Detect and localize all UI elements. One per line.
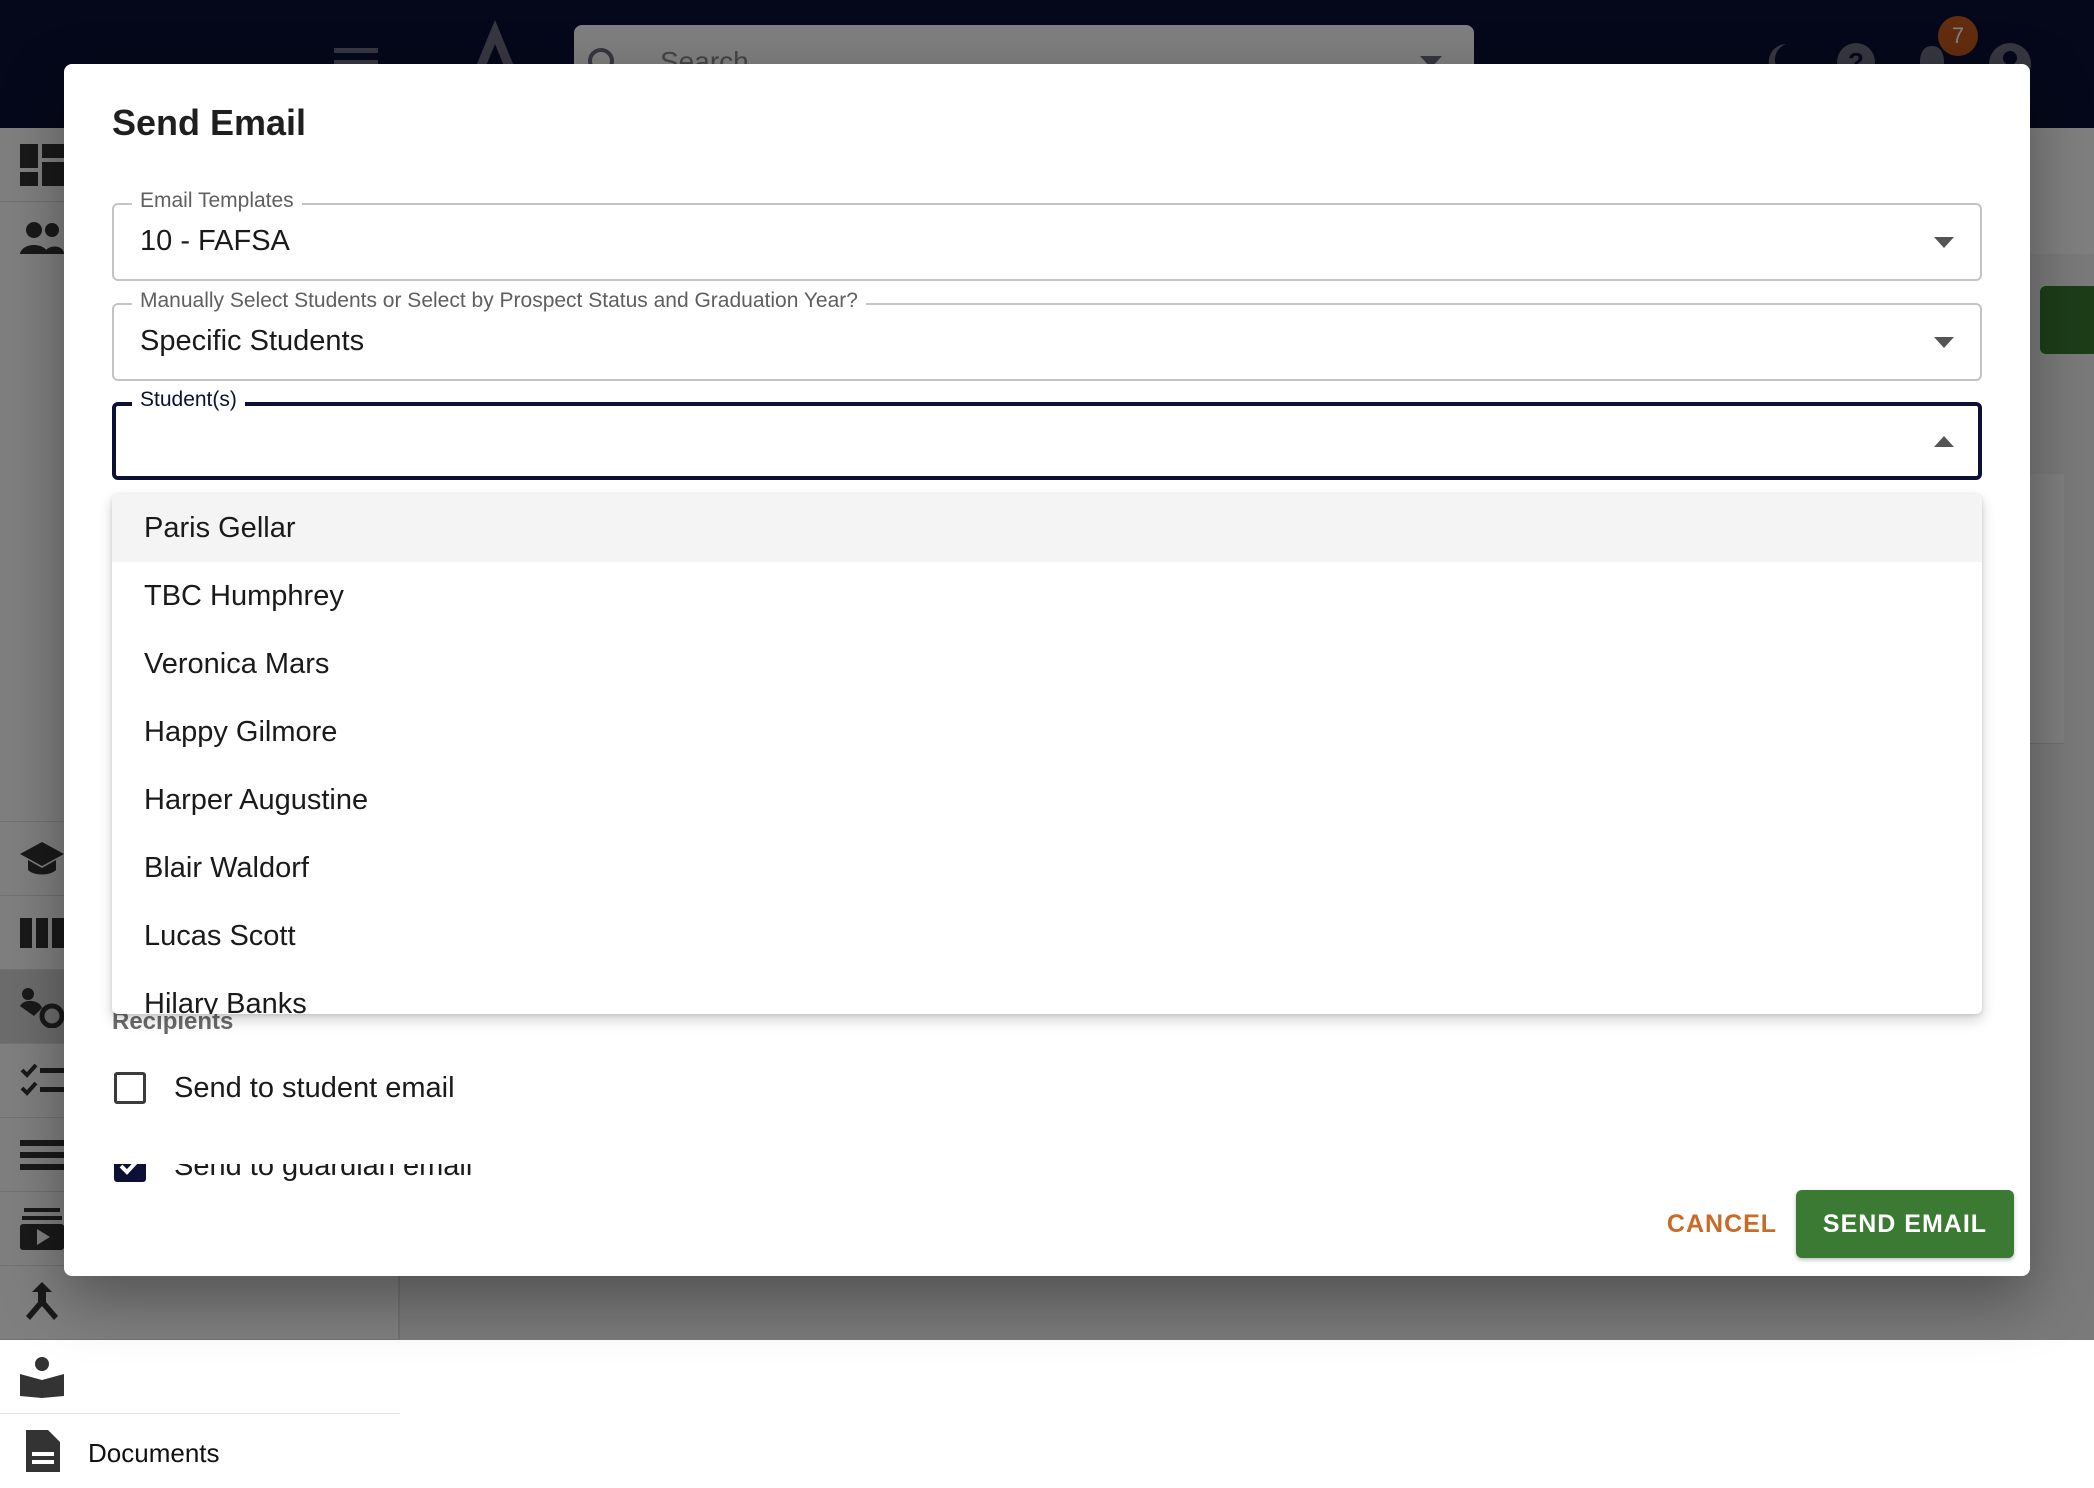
send-email-button[interactable]: SEND EMAIL <box>1796 1190 2014 1258</box>
selection-mode-select[interactable]: Manually Select Students or Select by Pr… <box>112 289 1982 381</box>
student-option[interactable]: Veronica Mars <box>112 630 1982 698</box>
guardian-email-checkbox-row[interactable]: Send to guardian email <box>112 1164 812 1188</box>
student-option[interactable]: Harper Augustine <box>112 766 1982 834</box>
student-option[interactable]: Paris Gellar <box>112 494 1982 562</box>
selection-mode-value: Specific Students <box>140 325 365 357</box>
student-option[interactable]: Happy Gilmore <box>112 698 1982 766</box>
chevron-up-icon[interactable] <box>1934 436 1954 448</box>
student-email-checkbox-row[interactable]: Send to student email <box>112 1070 812 1110</box>
student-option[interactable]: TBC Humphrey <box>112 562 1982 630</box>
email-templates-select[interactable]: Email Templates 10 - FAFSA <box>112 189 1982 281</box>
document-icon <box>26 1430 60 1472</box>
send-email-dialog: Send Email Email Templates 10 - FAFSA Ma… <box>64 64 2030 1276</box>
student-email-label: Send to student email <box>174 1072 455 1104</box>
selection-mode-label: Manually Select Students or Select by Pr… <box>132 289 866 313</box>
sidebar-item-label: Documents <box>88 1438 220 1468</box>
checkmark-icon <box>119 1164 138 1175</box>
chevron-down-icon[interactable] <box>1934 337 1954 349</box>
email-templates-label: Email Templates <box>132 189 302 213</box>
student-option[interactable]: Blair Waldorf <box>112 834 1982 902</box>
sidebar-item-documents[interactable]: Documents <box>0 1414 400 1488</box>
chevron-down-icon[interactable] <box>1934 237 1954 249</box>
guardian-email-label: Send to guardian email <box>174 1164 473 1182</box>
student-email-checkbox[interactable] <box>114 1072 146 1104</box>
student-option[interactable]: Lucas Scott <box>112 902 1982 970</box>
guardian-email-checkbox[interactable] <box>114 1164 146 1182</box>
students-label: Student(s) <box>132 388 245 412</box>
students-dropdown-list: Paris Gellar TBC Humphrey Veronica Mars … <box>112 494 1982 1014</box>
student-option[interactable]: Hilary Banks <box>112 970 1982 1014</box>
email-templates-value: 10 - FAFSA <box>140 225 290 257</box>
reading-icon <box>20 1357 64 1398</box>
dialog-title: Send Email <box>112 102 307 143</box>
students-autocomplete-input[interactable]: Student(s) <box>112 388 1982 480</box>
cancel-button[interactable]: CANCEL <box>1644 1190 1800 1258</box>
sidebar-item-reading[interactable] <box>0 1340 400 1414</box>
